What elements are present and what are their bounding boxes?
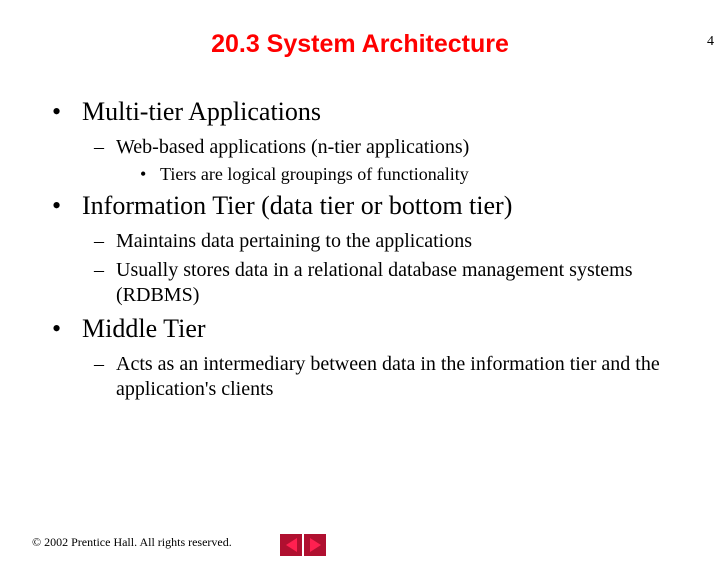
bullet-text: Middle Tier — [82, 314, 206, 344]
dash-marker: – — [94, 135, 116, 160]
bullet-level-3: • Tiers are logical groupings of functio… — [140, 164, 670, 185]
bullet-marker: • — [140, 164, 160, 185]
prev-button[interactable] — [280, 534, 302, 556]
bullet-text: Multi-tier Applications — [82, 97, 321, 127]
nav-buttons — [280, 534, 326, 556]
bullet-level-1: • Middle Tier — [52, 314, 670, 344]
copyright-icon: © — [32, 535, 41, 550]
dash-marker: – — [94, 258, 116, 308]
bullet-marker: • — [52, 191, 82, 221]
bullet-marker: • — [52, 314, 82, 344]
bullet-level-1: • Information Tier (data tier or bottom … — [52, 191, 670, 221]
bullet-text: Usually stores data in a relational data… — [116, 258, 670, 308]
bullet-level-1: • Multi-tier Applications — [52, 97, 670, 127]
bullet-text: Maintains data pertaining to the applica… — [116, 229, 472, 254]
dash-marker: – — [94, 229, 116, 254]
bullet-marker: • — [52, 97, 82, 127]
footer-text: 2002 Prentice Hall. All rights reserved. — [44, 535, 232, 550]
bullet-text: Acts as an intermediary between data in … — [116, 352, 670, 402]
triangle-right-icon — [310, 538, 321, 552]
bullet-level-2: – Acts as an intermediary between data i… — [94, 352, 670, 402]
slide-number: 4 — [707, 34, 714, 50]
bullet-level-2: – Web-based applications (n-tier applica… — [94, 135, 670, 160]
triangle-left-icon — [286, 538, 297, 552]
bullet-level-2: – Usually stores data in a relational da… — [94, 258, 670, 308]
bullet-level-2: – Maintains data pertaining to the appli… — [94, 229, 670, 254]
next-button[interactable] — [304, 534, 326, 556]
dash-marker: – — [94, 352, 116, 402]
slide-title: 20.3 System Architecture — [0, 30, 720, 59]
slide-content: • Multi-tier Applications – Web-based ap… — [0, 97, 720, 402]
bullet-text: Web-based applications (n-tier applicati… — [116, 135, 469, 160]
footer: © 2002 Prentice Hall. All rights reserve… — [32, 535, 232, 550]
bullet-text: Information Tier (data tier or bottom ti… — [82, 191, 512, 221]
bullet-text: Tiers are logical groupings of functiona… — [160, 164, 469, 185]
